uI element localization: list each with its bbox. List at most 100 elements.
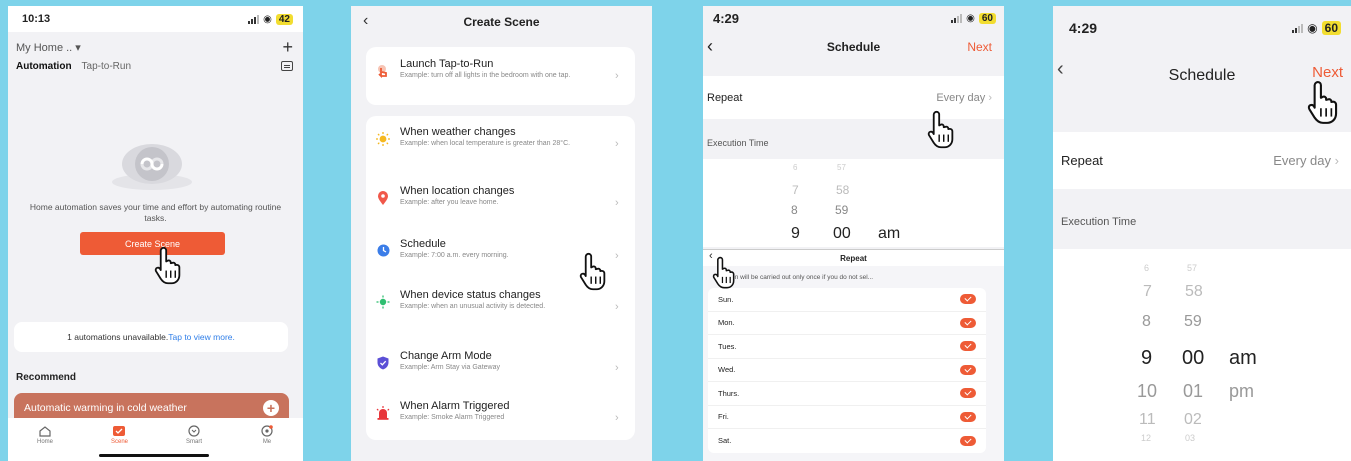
option-launch-tap-to-run[interactable]: Launch Tap-to-Run Example: turn off all l… [366,50,635,102]
view-more-link[interactable]: Tap to view more. [168,332,235,342]
next-button[interactable]: Next [1312,64,1343,81]
page-title: Create Scene [463,15,540,29]
status-bar: 4:29 ◉ 60 [703,6,1004,30]
hour-option[interactable]: 12 [1141,433,1151,443]
day-row-monday[interactable]: Mon. [708,312,986,335]
day-row-friday[interactable]: Fri. [708,406,986,429]
repeat-row[interactable]: Repeat Every day › [1053,132,1351,189]
list-icon[interactable] [281,61,293,71]
option-example: Example: when an unusual activity is det… [400,303,546,310]
alarm-icon [376,406,390,420]
time-picker[interactable]: 6 57 7 58 8 59 9 00 am 10 01 pm 11 02 12… [1053,249,1351,461]
empty-state-text: Home automation saves your time and effo… [29,202,282,224]
checked-icon[interactable] [960,388,976,399]
day-row-thursday[interactable]: Thurs. [708,382,986,406]
minute-option[interactable]: 02 [1184,411,1202,429]
checked-icon[interactable] [960,364,976,375]
add-icon[interactable]: + [282,38,293,56]
repeat-value: Every day [1273,153,1332,168]
clock-icon [377,244,389,257]
tab-tap-to-run[interactable]: Tap-to-Run [82,61,131,72]
option-alarm-triggered[interactable]: When Alarm Triggered Example: Smoke Alarm… [366,392,635,444]
profile-icon [261,425,273,437]
day-row-saturday[interactable]: Sat. [708,429,986,453]
time-picker[interactable]: 6 57 7 58 8 59 9 00 am [703,159,1004,247]
minute-option[interactable]: 59 [1184,313,1202,331]
selected-minute[interactable]: 00 [833,225,851,243]
wifi-icon: ◉ [966,12,975,24]
tab-automation[interactable]: Automation [16,61,72,72]
checked-icon[interactable] [960,294,976,305]
unavailable-banner[interactable]: 1 automations unavailable. Tap to view mo… [14,322,288,352]
minute-option[interactable]: 58 [836,183,849,197]
minute-option[interactable]: 58 [1185,283,1203,301]
option-title: When Alarm Triggered [400,400,510,412]
hour-option[interactable]: 8 [1142,313,1151,331]
tap-to-run-card: Launch Tap-to-Run Example: turn off all l… [366,47,635,105]
checked-icon[interactable] [960,317,976,328]
option-title: When weather changes [400,126,516,138]
status-time: 4:29 [713,10,740,26]
hour-option[interactable]: 11 [1139,411,1156,429]
checked-icon[interactable] [960,435,976,446]
nav-home[interactable]: Home [37,425,53,461]
next-button[interactable]: Next [967,40,992,54]
checked-icon[interactable] [960,411,976,422]
home-icon [39,426,51,437]
wifi-icon: ◉ [263,13,272,25]
repeat-value: Every day [936,91,986,104]
day-row-sunday[interactable]: Sun. [708,288,986,312]
add-recommend-icon[interactable]: + [263,400,279,416]
tap-hand-icon [378,65,387,79]
repeat-label: Repeat [707,91,743,104]
repeat-sheet: ‹ Repeat action will be carried out only… [703,249,1004,461]
back-icon[interactable]: ‹ [707,36,713,57]
selected-minute[interactable]: 00 [1182,347,1204,370]
hour-option[interactable]: 6 [793,163,797,172]
option-location[interactable]: When location changes Example: after you … [366,177,635,229]
hour-option[interactable]: 7 [792,183,799,197]
day-row-wednesday[interactable]: Wed. [708,359,986,382]
home-indicator [99,454,209,457]
hand-pointer-icon [579,252,606,291]
back-icon[interactable]: ‹ [1057,58,1064,81]
selected-ampm[interactable]: am [1229,347,1257,370]
hour-option[interactable]: 6 [1144,263,1149,273]
empty-automation-illustration [112,144,192,190]
chevron-right-icon: › [988,91,992,104]
selected-hour[interactable]: 9 [791,225,800,243]
ampm-option[interactable]: pm [1229,381,1254,402]
option-arm-mode[interactable]: Change Arm Mode Example: Arm Stay via Gat… [366,342,635,394]
status-bar: 10:13 ◉ 42 [8,6,303,32]
scene-tabs: Automation Tap-to-Run [8,56,303,76]
sun-icon [376,132,390,146]
sheet-title: Repeat [840,253,867,263]
option-example: Example: after you leave home. [400,199,499,206]
signal-icon [1292,23,1304,33]
hour-option[interactable]: 10 [1137,381,1157,402]
hour-option[interactable]: 8 [791,203,798,217]
checked-icon[interactable] [960,341,976,352]
hour-option[interactable]: 7 [1143,283,1152,301]
home-selector[interactable]: My Home .. ▾ [16,41,81,54]
repeat-label: Repeat [1061,153,1103,168]
hand-pointer-icon [1307,81,1338,124]
option-example: Example: turn off all lights in the bedr… [400,72,571,79]
option-title: Schedule [400,238,446,250]
nav-me[interactable]: Me [260,425,274,461]
option-example: Example: Smoke Alarm Triggered [400,414,505,421]
schedule-screen: 4:29 ◉ 60 ‹ Schedule Next Repeat Every d… [1053,6,1351,461]
selected-hour[interactable]: 9 [1141,347,1152,370]
minute-option[interactable]: 57 [837,163,846,172]
day-row-tuesday[interactable]: Tues. [708,335,986,359]
chevron-right-icon: › [615,138,619,150]
back-icon[interactable]: ‹ [363,12,368,30]
minute-option[interactable]: 01 [1183,381,1203,402]
selected-ampm[interactable]: am [878,225,900,243]
minute-option[interactable]: 57 [1187,263,1197,273]
create-scene-screen: ‹ Create Scene Launch Tap-to-Run Example:… [351,6,652,461]
minute-option[interactable]: 59 [835,203,848,217]
option-weather[interactable]: When weather changes Example: when local … [366,118,635,170]
battery-level: 42 [275,13,293,25]
minute-option[interactable]: 03 [1185,433,1195,443]
